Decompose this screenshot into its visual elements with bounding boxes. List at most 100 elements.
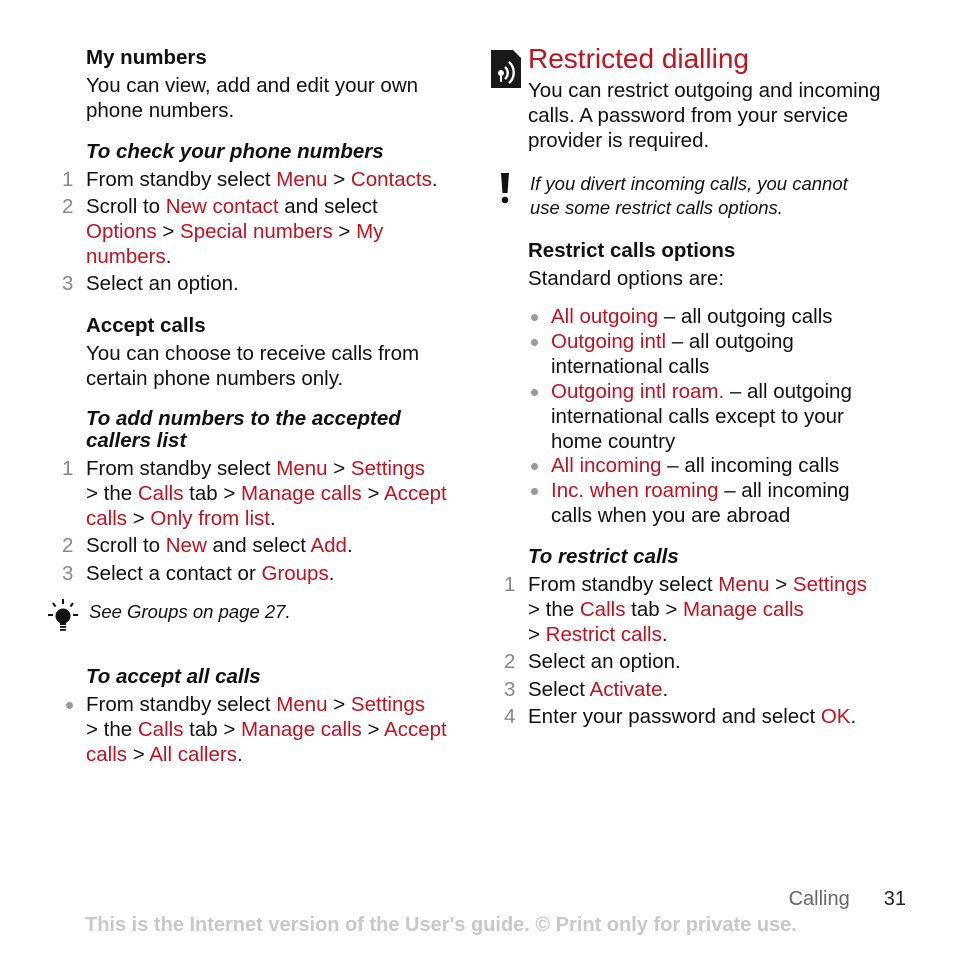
manage-calls-link[interactable]: Manage calls bbox=[241, 482, 362, 505]
accept-calls-link-cont[interactable]: calls bbox=[86, 507, 127, 530]
text: Select a contact or bbox=[86, 562, 262, 585]
settings-link[interactable]: Settings bbox=[351, 457, 425, 480]
text: . bbox=[431, 168, 438, 191]
chapter-name: Calling bbox=[788, 888, 850, 910]
option-all-outgoing: All outgoing – all outgoing calls bbox=[531, 304, 833, 329]
menu-link[interactable]: Menu bbox=[718, 573, 769, 596]
add-link[interactable]: Add bbox=[310, 534, 346, 557]
options-intro: Standard options are: bbox=[528, 267, 725, 290]
my-numbers-link-cont[interactable]: numbers bbox=[86, 245, 166, 268]
watermark-notice: This is the Internet version of the User… bbox=[85, 914, 797, 936]
all-callers-link[interactable]: All callers bbox=[149, 743, 237, 766]
restrict-step-1-line-2: > the Calls tab > Manage calls bbox=[528, 597, 804, 622]
text: . bbox=[165, 245, 172, 268]
add-numbers-heading-2: callers list bbox=[86, 429, 187, 452]
step-number: 2 bbox=[62, 195, 74, 218]
bullet bbox=[531, 488, 538, 495]
option-outgoing-intl-roam-cont-1: international calls except to your bbox=[551, 405, 844, 428]
text: tab > bbox=[183, 718, 242, 741]
text: > the bbox=[528, 598, 580, 621]
outgoing-intl-roam-link[interactable]: Outgoing intl roam. bbox=[551, 380, 724, 403]
add-step-1-line-3: calls > Only from list. bbox=[86, 506, 276, 531]
my-numbers-link[interactable]: My bbox=[356, 220, 383, 243]
page-number: 31 bbox=[883, 888, 906, 910]
special-numbers-link[interactable]: Special numbers bbox=[180, 220, 333, 243]
text: . bbox=[236, 743, 243, 766]
accept-calls-link-cont[interactable]: calls bbox=[86, 743, 127, 766]
option-all-incoming: All incoming – all incoming calls bbox=[531, 453, 839, 478]
new-link[interactable]: New bbox=[166, 534, 207, 557]
restrict-calls-link[interactable]: Restrict calls bbox=[546, 623, 662, 646]
my-numbers-body-1: You can view, add and edit your own bbox=[86, 74, 419, 97]
restrict-step-2: 2 Select an option. bbox=[504, 649, 681, 674]
menu-link[interactable]: Menu bbox=[276, 693, 327, 716]
step-number: 1 bbox=[62, 168, 74, 191]
only-from-list-link[interactable]: Only from list bbox=[150, 507, 270, 530]
calls-link[interactable]: Calls bbox=[138, 482, 184, 505]
restrict-step-3: 3 Select Activate. bbox=[504, 677, 669, 702]
text: From standby select bbox=[86, 168, 277, 191]
section-title: Restricted dialling bbox=[528, 43, 749, 74]
all-incoming-link[interactable]: All incoming bbox=[551, 454, 662, 477]
my-numbers-heading: My numbers bbox=[86, 46, 207, 69]
lightbulb-icon bbox=[46, 598, 80, 634]
ok-link[interactable]: OK bbox=[821, 705, 851, 728]
bullet bbox=[531, 314, 538, 321]
accept-calls-heading: Accept calls bbox=[86, 314, 206, 337]
text: Enter your password and select bbox=[528, 705, 821, 728]
manage-calls-link[interactable]: Manage calls bbox=[241, 718, 362, 741]
settings-link[interactable]: Settings bbox=[793, 573, 867, 596]
option-outgoing-intl: Outgoing intl – all outgoing bbox=[531, 329, 794, 354]
add-numbers-heading-1: To add numbers to the accepted bbox=[86, 407, 401, 430]
calls-link[interactable]: Calls bbox=[138, 718, 184, 741]
check-step-1: 1 From standby select Menu > Contacts. bbox=[62, 167, 438, 192]
add-step-1: 1 From standby select Menu > Settings bbox=[62, 456, 425, 481]
text: . bbox=[662, 678, 669, 701]
step-number: 3 bbox=[504, 678, 516, 701]
option-outgoing-intl-roam-cont-2: home country bbox=[551, 430, 676, 453]
menu-link[interactable]: Menu bbox=[276, 168, 327, 191]
section-body-1: You can restrict outgoing and incoming bbox=[528, 79, 881, 102]
manage-calls-link[interactable]: Manage calls bbox=[683, 598, 804, 621]
menu-link[interactable]: Menu bbox=[276, 457, 327, 480]
accept-calls-body-1: You can choose to receive calls from bbox=[86, 342, 420, 365]
text: > bbox=[327, 457, 351, 480]
bullet bbox=[531, 463, 538, 470]
new-contact-link[interactable]: New contact bbox=[166, 195, 279, 218]
outgoing-intl-link[interactable]: Outgoing intl bbox=[551, 330, 666, 353]
bullet bbox=[531, 339, 538, 346]
section-body-2: calls. A password from your service bbox=[528, 104, 849, 127]
text: Scroll to bbox=[86, 534, 166, 557]
text: Select an option. bbox=[86, 272, 239, 295]
text: – all outgoing calls bbox=[658, 305, 833, 328]
contacts-link[interactable]: Contacts bbox=[351, 168, 432, 191]
text: > bbox=[769, 573, 793, 596]
options-link[interactable]: Options bbox=[86, 220, 157, 243]
accept-calls-link[interactable]: Accept bbox=[384, 718, 447, 741]
step-number: 3 bbox=[62, 562, 74, 585]
text: > the bbox=[86, 482, 138, 505]
restrict-step-4: 4 Enter your password and select OK. bbox=[504, 704, 857, 729]
add-step-3: 3 Select a contact or Groups. bbox=[62, 561, 334, 586]
accept-calls-link[interactable]: Accept bbox=[384, 482, 447, 505]
calls-link[interactable]: Calls bbox=[580, 598, 626, 621]
check-step-2-line-2: Options > Special numbers > My bbox=[86, 219, 383, 244]
text: From standby select bbox=[528, 573, 719, 596]
all-outgoing-link[interactable]: All outgoing bbox=[551, 305, 658, 328]
step-number: 4 bbox=[504, 705, 516, 728]
accept-all-step-line-2: > the Calls tab > Manage calls > Accept bbox=[86, 717, 447, 742]
text: > bbox=[327, 168, 351, 191]
activate-link[interactable]: Activate bbox=[590, 678, 663, 701]
text: tab > bbox=[625, 598, 684, 621]
text: and select bbox=[206, 534, 311, 557]
accept-all-step: From standby select Menu > Settings bbox=[66, 692, 425, 717]
settings-link[interactable]: Settings bbox=[351, 693, 425, 716]
text: . bbox=[850, 705, 857, 728]
groups-link[interactable]: Groups bbox=[261, 562, 328, 585]
accept-calls-body-2: certain phone numbers only. bbox=[86, 367, 344, 390]
step-number: 2 bbox=[62, 534, 74, 557]
text: and select bbox=[278, 195, 378, 218]
text: . bbox=[661, 623, 668, 646]
restrict-step-1: 1 From standby select Menu > Settings bbox=[504, 572, 867, 597]
inc-when-roaming-link[interactable]: Inc. when roaming bbox=[551, 479, 719, 502]
